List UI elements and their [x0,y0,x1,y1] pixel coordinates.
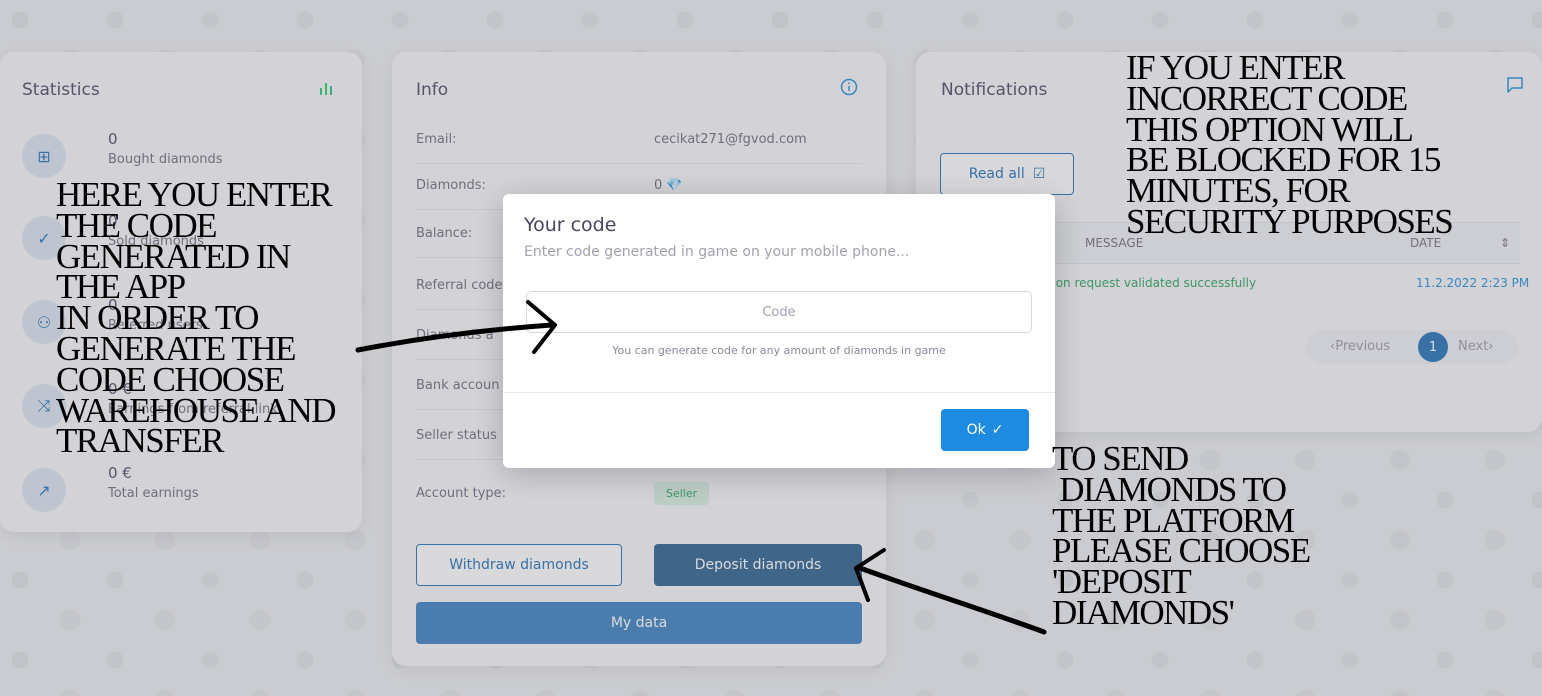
arrow-to-deposit-button [857,565,1047,635]
annotation-top-right: IF YOU ENTER INCORRECT CODE THIS OPTION … [1126,48,1454,241]
annotation-left: HERE YOU ENTER THE CODE GENERATED IN THE… [56,175,336,461]
arrow-to-code-input [355,322,555,353]
annotation-bottom-right: TO SEND DIAMONDS TO THE PLATFORM PLEASE … [1052,439,1311,632]
